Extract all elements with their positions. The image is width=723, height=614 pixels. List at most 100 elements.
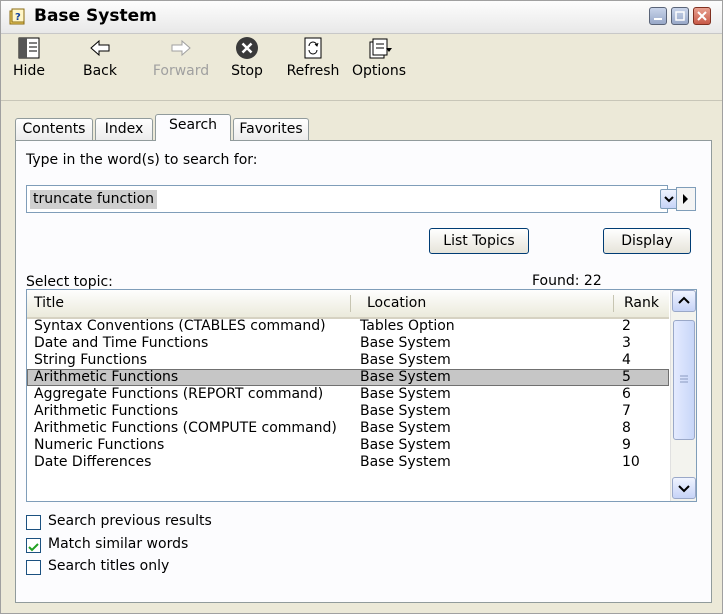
grip-icon (680, 375, 688, 383)
forward-button[interactable]: Forward (151, 36, 211, 96)
table-row[interactable]: Arithmetic Functions Base System 7 (27, 403, 669, 420)
forward-arrow-icon (171, 39, 191, 57)
option-checkbox[interactable] (26, 515, 41, 530)
row-title: Arithmetic Functions (COMPUTE command) (34, 420, 337, 436)
refresh-label: Refresh (286, 63, 340, 79)
tab-index[interactable]: Index (95, 118, 153, 140)
row-location: Base System (360, 403, 451, 419)
results-header: Title Location Rank (27, 290, 669, 319)
window-title: Base System (34, 6, 157, 26)
row-title: Numeric Functions (34, 437, 165, 453)
table-row[interactable]: Aggregate Functions (REPORT command) Base… (27, 386, 669, 403)
found-count: Found: 22 (532, 273, 602, 289)
refresh-icon (304, 37, 322, 59)
option-checkbox[interactable] (26, 538, 41, 553)
list-topics-button[interactable]: List Topics (429, 228, 529, 254)
row-location: Base System (360, 454, 451, 470)
help-book-icon: ? (9, 8, 27, 26)
refresh-button[interactable]: Refresh (283, 36, 343, 96)
row-rank: 6 (622, 386, 631, 402)
checkmark-icon (28, 543, 39, 552)
results-rows: Syntax Conventions (CTABLES command) Tabl… (27, 318, 669, 471)
option-label[interactable]: Search previous results (48, 513, 212, 529)
row-rank: 3 (622, 335, 631, 351)
options-button[interactable]: Options (349, 36, 409, 96)
option-label[interactable]: Search titles only (48, 558, 169, 574)
display-button[interactable]: Display (603, 228, 691, 254)
options-label: Options (351, 63, 407, 79)
stop-button[interactable]: Stop (227, 36, 267, 96)
row-title: Aggregate Functions (REPORT command) (34, 386, 324, 402)
chevron-down-icon (678, 485, 690, 493)
help-window: ? Base System Hide Back Forward Stop Ref… (0, 0, 723, 614)
vertical-scrollbar[interactable] (670, 290, 696, 501)
row-location: Base System (360, 335, 451, 351)
row-rank: 2 (622, 318, 631, 334)
table-row[interactable]: Arithmetic Functions Base System 5 (27, 369, 669, 386)
stop-icon (236, 37, 258, 59)
column-rank[interactable]: Rank (624, 295, 659, 311)
results-list[interactable]: Title Location Rank Syntax Conventions (… (26, 289, 697, 502)
column-divider[interactable] (613, 295, 614, 312)
row-rank: 4 (622, 352, 631, 368)
hide-label: Hide (13, 63, 45, 79)
row-rank: 7 (622, 403, 631, 419)
option-label[interactable]: Match similar words (48, 536, 188, 552)
hide-button[interactable]: Hide (9, 36, 49, 96)
select-topic-label: Select topic: (26, 274, 113, 290)
scroll-up-button[interactable] (672, 290, 696, 312)
back-arrow-icon (90, 39, 110, 57)
row-rank: 8 (622, 420, 631, 436)
forward-label: Forward (152, 63, 210, 79)
row-rank: 10 (622, 454, 640, 470)
table-row[interactable]: Date and Time Functions Base System 3 (27, 335, 669, 352)
row-title: Arithmetic Functions (34, 369, 179, 385)
row-title: Syntax Conventions (CTABLES command) (34, 318, 326, 334)
row-rank: 5 (622, 369, 631, 385)
row-title: String Functions (34, 352, 148, 368)
option-checkbox[interactable] (26, 560, 41, 575)
row-location: Base System (360, 437, 451, 453)
tab-contents[interactable]: Contents (15, 118, 93, 140)
column-divider[interactable] (350, 295, 351, 312)
tab-search[interactable]: Search (155, 114, 231, 141)
row-rank: 9 (622, 437, 631, 453)
table-row[interactable]: Syntax Conventions (CTABLES command) Tabl… (27, 318, 669, 335)
table-row[interactable]: String Functions Base System 4 (27, 352, 669, 369)
back-label: Back (83, 63, 117, 79)
minimize-button[interactable] (649, 7, 667, 25)
search-input[interactable]: truncate function (26, 185, 678, 213)
play-arrow-icon (683, 194, 688, 204)
hide-icon (18, 37, 40, 59)
table-row[interactable]: Date Differences Base System 10 (27, 454, 669, 471)
row-location: Base System (360, 369, 451, 385)
table-row[interactable]: Arithmetic Functions (COMPUTE command) Ba… (27, 420, 669, 437)
table-row[interactable]: Numeric Functions Base System 9 (27, 437, 669, 454)
column-title[interactable]: Title (34, 295, 64, 311)
row-location: Base System (360, 352, 451, 368)
go-button[interactable] (676, 187, 696, 211)
search-panel: Type in the word(s) to search for: trunc… (15, 140, 712, 603)
row-title: Date and Time Functions (34, 335, 209, 351)
title-bar[interactable]: ? Base System (1, 1, 722, 34)
tab-favorites[interactable]: Favorites (233, 118, 309, 140)
column-location[interactable]: Location (367, 295, 426, 311)
search-input-value: truncate function (30, 190, 158, 209)
close-button[interactable] (693, 7, 711, 25)
chevron-down-icon (664, 196, 674, 203)
row-location: Base System (360, 420, 451, 436)
row-title: Date Differences (34, 454, 152, 470)
chevron-up-icon (678, 296, 690, 304)
scroll-thumb[interactable] (673, 320, 695, 440)
maximize-button[interactable] (671, 7, 689, 25)
row-location: Base System (360, 386, 451, 402)
row-location: Tables Option (360, 318, 455, 334)
svg-text:?: ? (15, 12, 21, 23)
scroll-down-button[interactable] (672, 477, 696, 499)
options-icon (369, 38, 392, 59)
back-button[interactable]: Back (77, 36, 123, 96)
stop-label: Stop (231, 63, 263, 79)
row-title: Arithmetic Functions (34, 403, 179, 419)
toolbar: Hide Back Forward Stop Refresh Options (1, 34, 722, 101)
search-prompt: Type in the word(s) to search for: (26, 152, 258, 168)
